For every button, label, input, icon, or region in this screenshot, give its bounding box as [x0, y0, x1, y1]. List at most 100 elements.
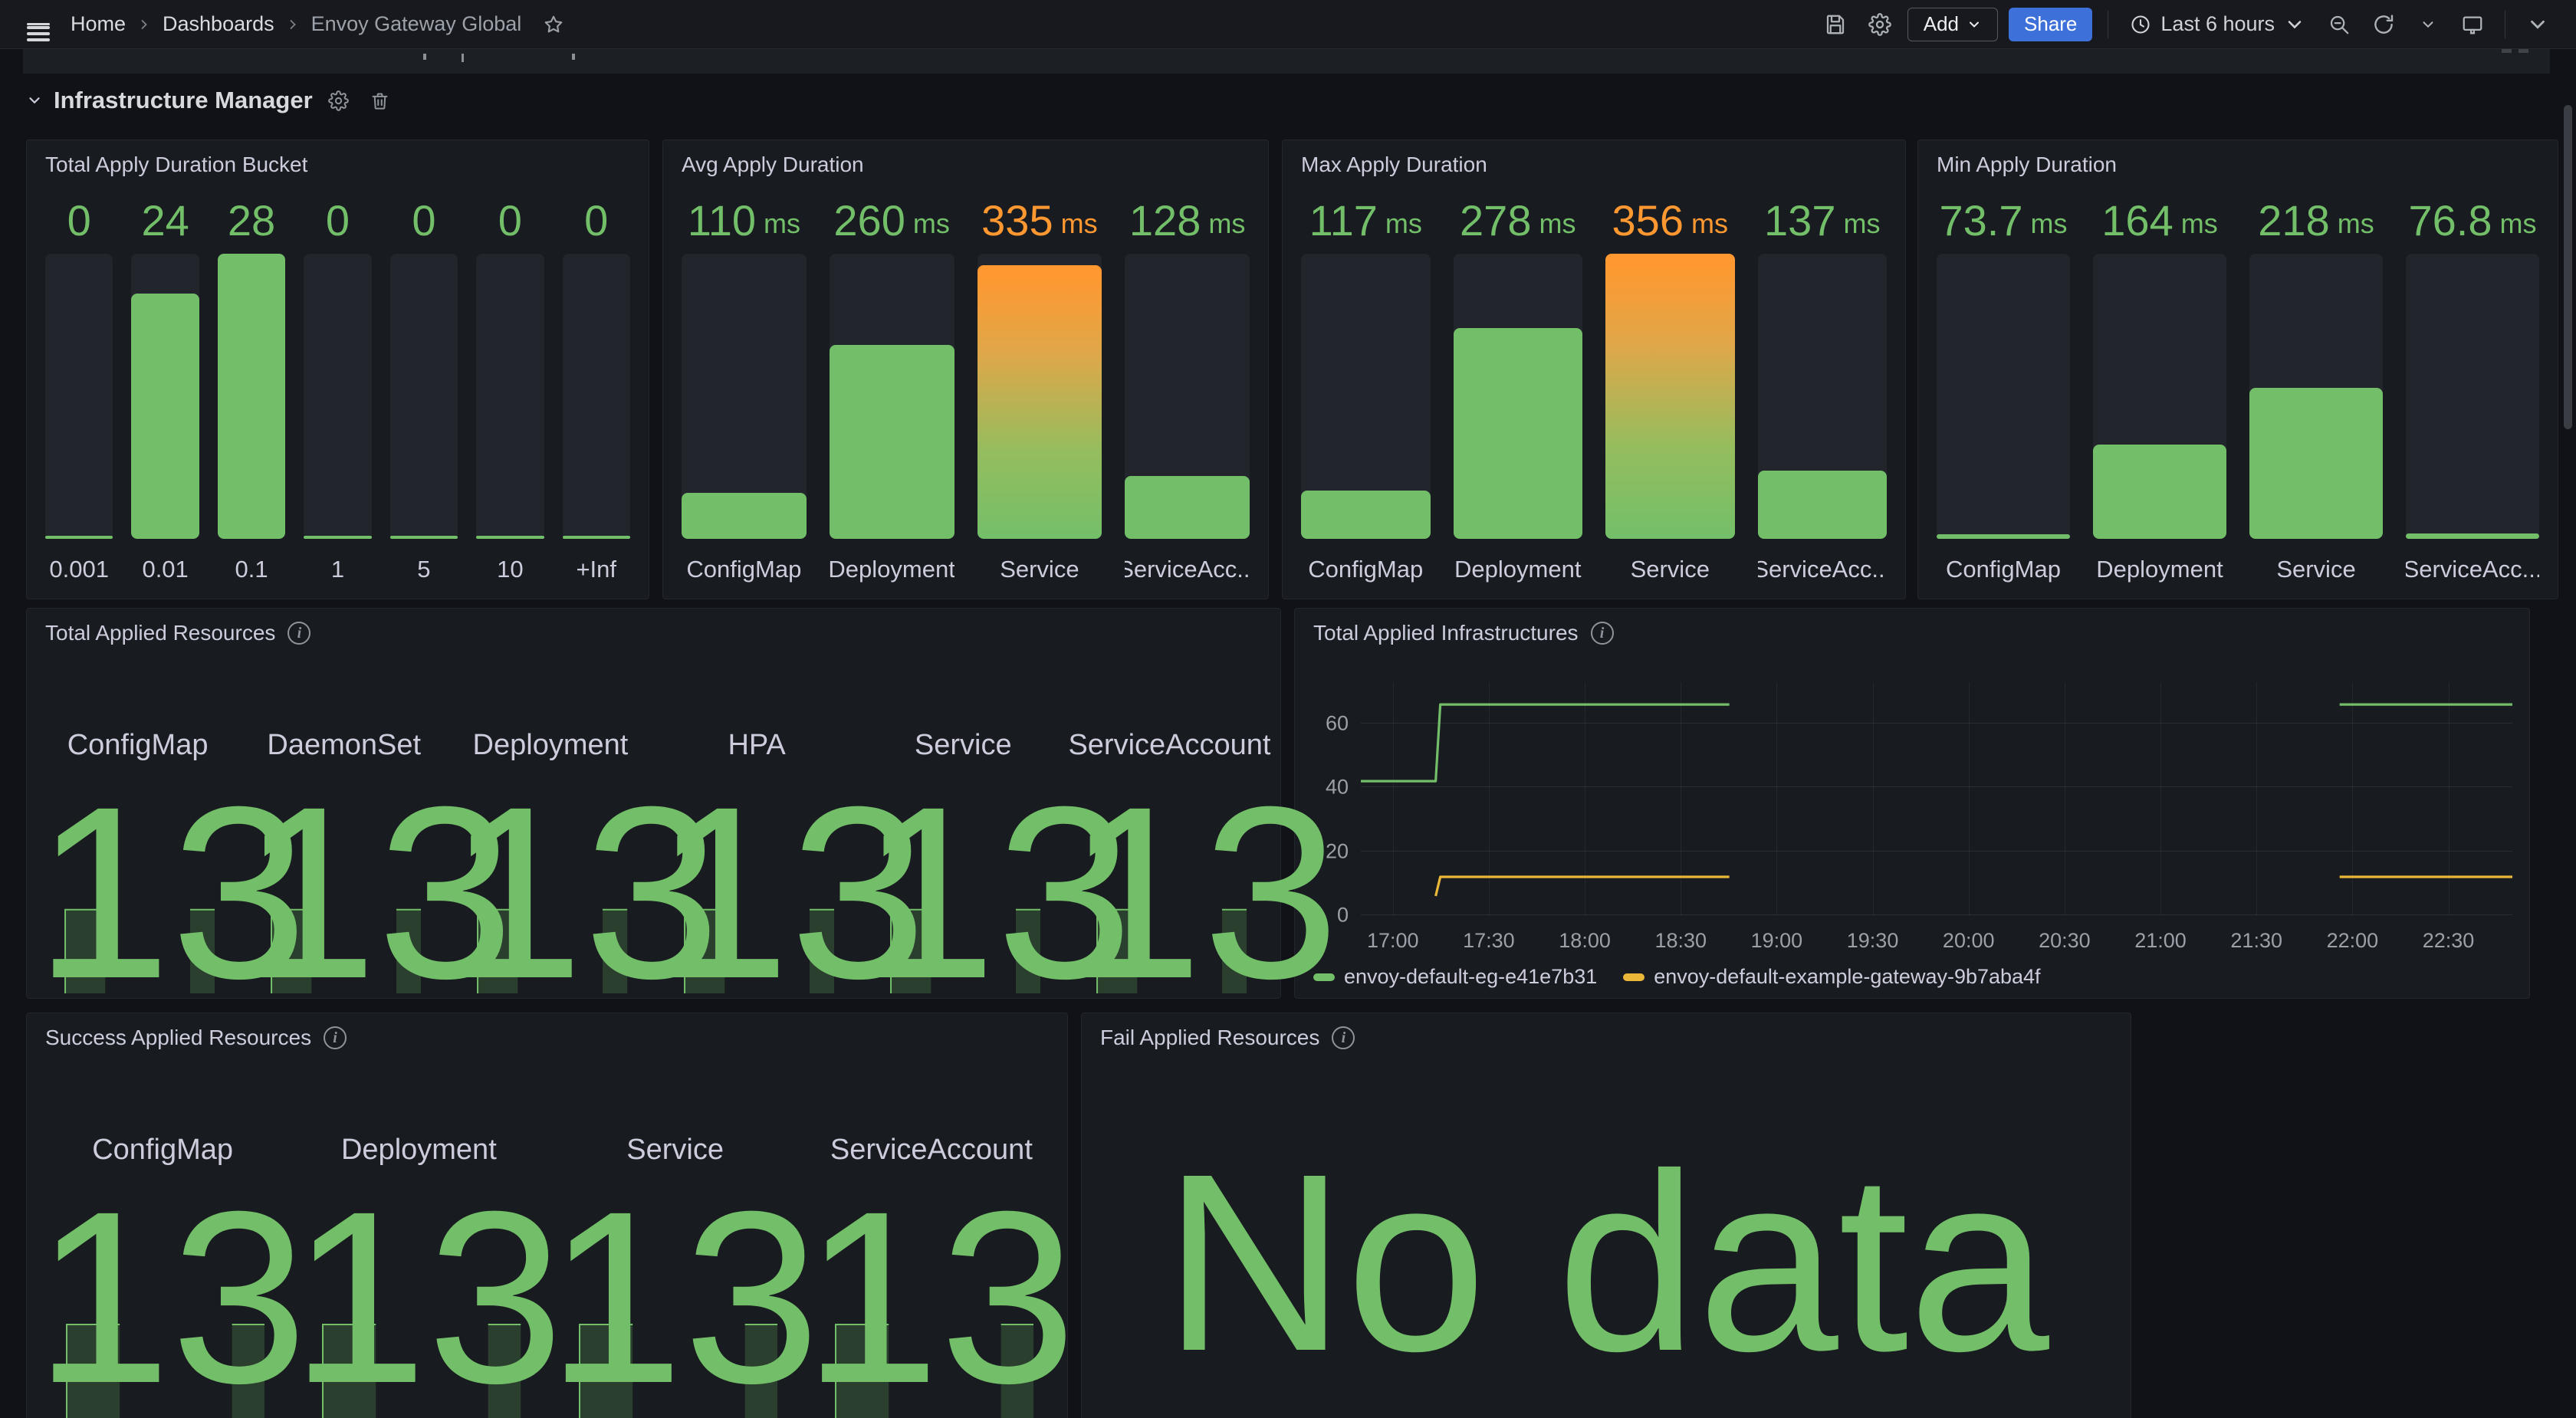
row-collapse-toggle[interactable] [26, 92, 43, 109]
dashboard-settings-button[interactable] [1863, 8, 1897, 41]
bar-track[interactable] [978, 254, 1102, 539]
bar-track[interactable] [1301, 254, 1431, 539]
row-delete-button[interactable] [365, 85, 396, 116]
tv-mode-button[interactable] [2456, 8, 2489, 41]
info-icon[interactable]: i [1332, 1026, 1355, 1049]
bar-fill [131, 294, 199, 539]
panel-title[interactable]: Max Apply Duration [1301, 153, 1487, 177]
panel-title-text: Min Apply Duration [1937, 153, 2117, 177]
bar-fill [304, 536, 371, 539]
bar-value-number: 164 [2101, 195, 2173, 245]
bar-category-label: ConfigMap [1301, 539, 1431, 588]
bar-5: 05 [390, 186, 458, 588]
bar-value: 0 [390, 186, 458, 254]
stat-service: Service13 [860, 655, 1066, 998]
stat-value: 13 [241, 770, 447, 1015]
bar-track[interactable] [218, 254, 285, 539]
panel-min-apply-duration: Min Apply Duration73.7msConfigMap164msDe… [1917, 140, 2558, 599]
zoom-out-time-button[interactable] [2322, 8, 2356, 41]
stat-daemonset: DaemonSet13 [241, 655, 447, 998]
panel-title[interactable]: Min Apply Duration [1937, 153, 2117, 177]
bar-deployment: 278msDeployment [1454, 186, 1583, 588]
refresh-button[interactable] [2367, 8, 2400, 41]
bar-gauge: 110msConfigMap260msDeployment335msServic… [682, 186, 1250, 588]
breadcrumb-item[interactable]: Dashboards [163, 12, 274, 36]
bar-fill [45, 536, 113, 539]
bar-track[interactable] [2093, 254, 2226, 539]
panel-title[interactable]: Total Applied Resourcesi [45, 621, 310, 645]
bar-value-number: 73.7 [1940, 195, 2023, 245]
legend-item[interactable]: envoy-default-example-gateway-9b7aba4f [1623, 965, 2040, 989]
panel-title[interactable]: Total Applied Infrastructuresi [1313, 621, 1614, 645]
stat-row: ConfigMap13Deployment13Service13ServiceA… [34, 1059, 1060, 1418]
stat-hpa: HPA13 [654, 655, 860, 998]
bar-value-number: 218 [2258, 195, 2329, 245]
bar-track[interactable] [45, 254, 113, 539]
legend-label: envoy-default-eg-e41e7b31 [1344, 965, 1597, 989]
bar-track[interactable] [390, 254, 458, 539]
time-range-picker[interactable]: Last 6 hours [2124, 8, 2312, 41]
refresh-interval-dropdown[interactable] [2411, 8, 2445, 41]
bar-track[interactable] [476, 254, 544, 539]
star-icon [543, 14, 564, 35]
hamburger-icon [27, 23, 50, 26]
bar-value-unit: ms [1061, 208, 1098, 240]
bar-fill [476, 536, 544, 539]
x-axis-tick: 21:30 [2230, 929, 2282, 953]
bar-track[interactable] [304, 254, 371, 539]
zoom-out-icon [2328, 13, 2351, 36]
info-icon[interactable]: i [324, 1026, 347, 1049]
bar-value-number: 0 [584, 195, 608, 245]
info-icon[interactable]: i [1591, 622, 1614, 645]
row-settings-button[interactable] [324, 85, 354, 116]
bar-track[interactable] [682, 254, 807, 539]
page-scrollbar[interactable] [2564, 105, 2572, 429]
bar-track[interactable] [1758, 254, 1888, 539]
legend-item[interactable]: envoy-default-eg-e41e7b31 [1313, 965, 1597, 989]
bar-track[interactable] [1605, 254, 1735, 539]
bar-track[interactable] [1454, 254, 1583, 539]
bar-value: 0 [563, 186, 630, 254]
stat-service: Service13 [547, 1059, 803, 1418]
bar-fill [1937, 534, 2070, 539]
bar-track[interactable] [2249, 254, 2383, 539]
bar-category-label: 0.01 [131, 539, 199, 588]
panel-title-text: Total Apply Duration Bucket [45, 153, 307, 177]
bar-category-label: ServiceAcc... [2406, 539, 2539, 588]
info-icon[interactable]: i [288, 622, 310, 645]
bar-fill [1605, 254, 1735, 539]
bar-fill [2249, 388, 2383, 539]
bar-value-number: 356 [1612, 195, 1684, 245]
bar-value-unit: ms [2181, 208, 2218, 240]
gear-icon [1868, 13, 1891, 36]
series-line-envoy-default-eg-e41e7b31 [1361, 704, 2512, 781]
stat-value: 13 [34, 770, 241, 1015]
breadcrumb-item[interactable]: Home [71, 12, 126, 36]
stat-value: 13 [803, 1174, 1060, 1418]
bar-track[interactable] [830, 254, 955, 539]
favorite-star-button[interactable] [537, 8, 570, 41]
bar-track[interactable] [563, 254, 630, 539]
menu-toggle-button[interactable] [21, 8, 55, 41]
row-title[interactable]: Infrastructure Manager [54, 87, 313, 114]
bar-value: 24 [131, 186, 199, 254]
panel-title[interactable]: Total Apply Duration Bucket [45, 153, 307, 177]
panel-avg-apply-duration: Avg Apply Duration 110msConfigMap260msDep… [662, 140, 1269, 599]
stat-configmap: ConfigMap13 [34, 1059, 291, 1418]
bar-value-number: 0 [412, 195, 435, 245]
bar-category-label: Deployment [2093, 539, 2226, 588]
stat-serviceaccount: ServiceAccount13 [803, 1059, 1060, 1418]
share-button[interactable]: Share [2009, 8, 2092, 41]
grafana-dashboard: Home Dashboards Envoy Gateway Global [0, 0, 2576, 1418]
breadcrumb-item[interactable]: Envoy Gateway Global [311, 12, 522, 36]
bar-value-unit: ms [1208, 208, 1245, 240]
panel-title[interactable]: Avg Apply Duration [682, 153, 864, 177]
bar-track[interactable] [1937, 254, 2070, 539]
save-dashboard-button[interactable] [1819, 8, 1852, 41]
add-button[interactable]: Add [1907, 8, 1998, 41]
bar-track[interactable] [2406, 254, 2539, 539]
collapse-nav-button[interactable] [2521, 8, 2555, 41]
stat-value: 13 [1066, 770, 1273, 1015]
bar-track[interactable] [131, 254, 199, 539]
bar-track[interactable] [1125, 254, 1250, 539]
